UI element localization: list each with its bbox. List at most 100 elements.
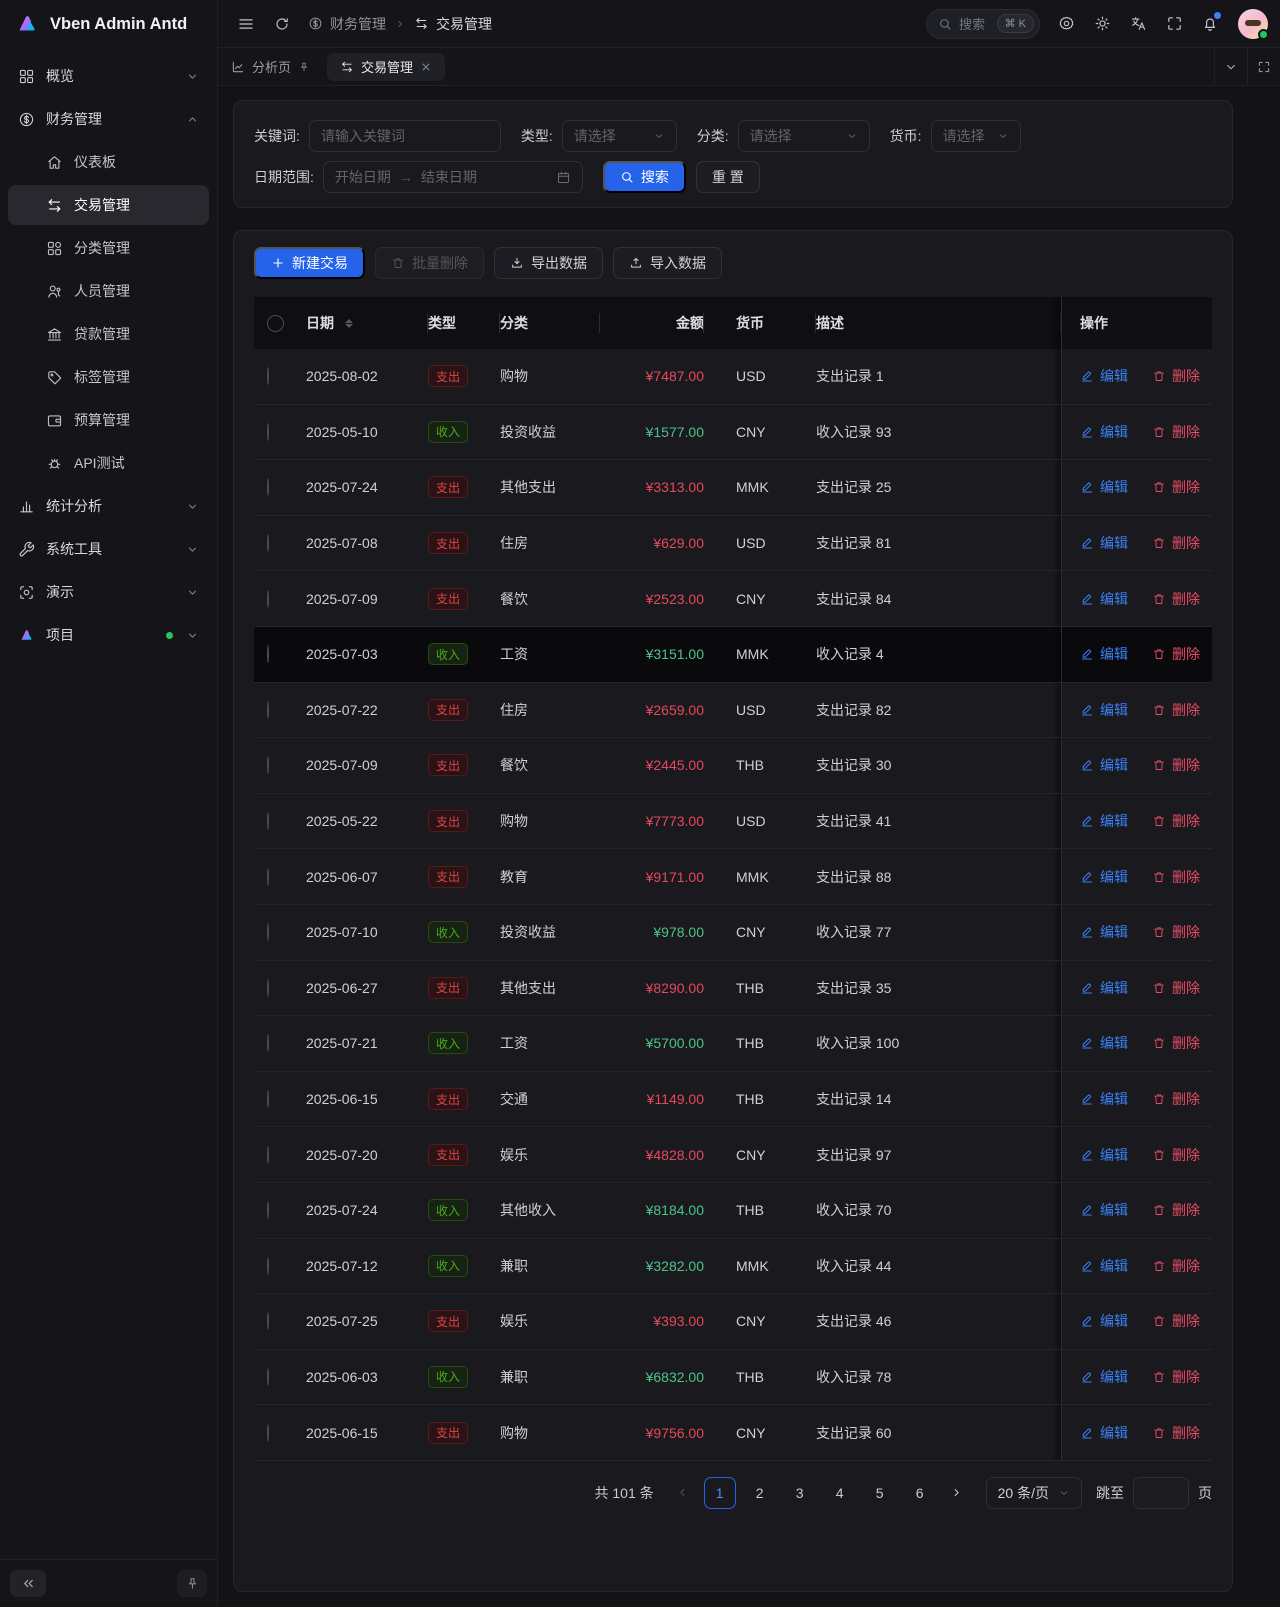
delete-button[interactable]: 删除 (1152, 1089, 1200, 1109)
next-page-button[interactable] (944, 1477, 970, 1509)
table-row[interactable]: 2025-07-10 收入 投资收益 ¥978.00 CNY 收入记录 77 (254, 905, 1212, 961)
table-row[interactable]: 2025-05-22 支出 购物 ¥7773.00 USD 支出记录 41 (254, 794, 1212, 850)
import-data-button[interactable]: 导入数据 (613, 247, 722, 279)
sidebar-item-finance[interactable]: 财务管理 (8, 99, 209, 139)
delete-button[interactable]: 删除 (1152, 477, 1200, 497)
logo-row[interactable]: Vben Admin Antd (0, 0, 217, 48)
page-number-button[interactable]: 4 (824, 1477, 856, 1509)
edit-button[interactable]: 编辑 (1080, 366, 1128, 386)
delete-button[interactable]: 删除 (1152, 1423, 1200, 1443)
edit-button[interactable]: 编辑 (1080, 1145, 1128, 1165)
prev-page-button[interactable] (670, 1477, 696, 1509)
page-size-select[interactable]: 20 条/页 (986, 1477, 1082, 1509)
edit-button[interactable]: 编辑 (1080, 867, 1128, 887)
delete-button[interactable]: 删除 (1152, 755, 1200, 775)
fullscreen-button[interactable] (1158, 8, 1190, 40)
row-checkbox[interactable] (267, 1424, 269, 1442)
table-row[interactable]: 2025-07-24 支出 其他支出 ¥3313.00 MMK 支出记录 25 (254, 460, 1212, 516)
row-checkbox[interactable] (267, 756, 269, 774)
sidebar-subitem[interactable]: 贷款管理 (8, 314, 209, 354)
table-row[interactable]: 2025-07-09 支出 餐饮 ¥2445.00 THB 支出记录 30 (254, 738, 1212, 794)
row-checkbox[interactable] (267, 1257, 269, 1275)
delete-button[interactable]: 删除 (1152, 589, 1200, 609)
table-row[interactable]: 2025-06-03 收入 兼职 ¥6832.00 THB 收入记录 78 (254, 1350, 1212, 1406)
delete-button[interactable]: 删除 (1152, 811, 1200, 831)
table-row[interactable]: 2025-05-10 收入 投资收益 ¥1577.00 CNY 收入记录 93 (254, 405, 1212, 461)
theme-toggle-button[interactable] (1086, 8, 1118, 40)
row-checkbox[interactable] (267, 701, 269, 719)
sidebar-toggle-button[interactable] (230, 8, 262, 40)
edit-button[interactable]: 编辑 (1080, 1367, 1128, 1387)
row-checkbox[interactable] (267, 478, 269, 496)
notifications-button[interactable] (1194, 8, 1226, 40)
row-checkbox[interactable] (267, 1368, 269, 1386)
table-row[interactable]: 2025-07-20 支出 娱乐 ¥4828.00 CNY 支出记录 97 (254, 1127, 1212, 1183)
batch-delete-button[interactable]: 批量删除 (375, 247, 484, 279)
page-number-button[interactable]: 2 (744, 1477, 776, 1509)
edit-button[interactable]: 编辑 (1080, 1311, 1128, 1331)
page-number-button[interactable]: 3 (784, 1477, 816, 1509)
type-select[interactable]: 请选择 (562, 120, 677, 152)
category-select[interactable]: 请选择 (738, 120, 870, 152)
table-row[interactable]: 2025-07-08 支出 住房 ¥629.00 USD 支出记录 81 (254, 516, 1212, 572)
edit-button[interactable]: 编辑 (1080, 644, 1128, 664)
edit-button[interactable]: 编辑 (1080, 1033, 1128, 1053)
delete-button[interactable]: 删除 (1152, 1145, 1200, 1165)
jump-page-input[interactable] (1133, 1477, 1189, 1509)
table-row[interactable]: 2025-06-27 支出 其他支出 ¥8290.00 THB 支出记录 35 (254, 961, 1212, 1017)
edit-button[interactable]: 编辑 (1080, 589, 1128, 609)
edit-button[interactable]: 编辑 (1080, 1256, 1128, 1276)
tab-analysis[interactable]: 分析页 (218, 48, 323, 85)
delete-button[interactable]: 删除 (1152, 533, 1200, 553)
table-row[interactable]: 2025-07-22 支出 住房 ¥2659.00 USD 支出记录 82 (254, 683, 1212, 739)
edit-button[interactable]: 编辑 (1080, 1423, 1128, 1443)
delete-button[interactable]: 删除 (1152, 1367, 1200, 1387)
edit-button[interactable]: 编辑 (1080, 755, 1128, 775)
delete-button[interactable]: 删除 (1152, 1256, 1200, 1276)
row-checkbox[interactable] (267, 1034, 269, 1052)
edit-button[interactable]: 编辑 (1080, 477, 1128, 497)
pin-icon[interactable] (298, 61, 310, 73)
row-checkbox[interactable] (267, 423, 269, 441)
edit-button[interactable]: 编辑 (1080, 422, 1128, 442)
close-icon[interactable] (420, 61, 432, 73)
delete-button[interactable]: 删除 (1152, 867, 1200, 887)
page-number-button[interactable]: 6 (904, 1477, 936, 1509)
sidebar-collapse-button[interactable] (10, 1570, 46, 1597)
table-row[interactable]: 2025-07-25 支出 娱乐 ¥393.00 CNY 支出记录 46 (254, 1294, 1212, 1350)
row-checkbox[interactable] (267, 367, 269, 385)
delete-button[interactable]: 删除 (1152, 978, 1200, 998)
edit-button[interactable]: 编辑 (1080, 811, 1128, 831)
tab-transaction[interactable]: 交易管理 (327, 53, 445, 81)
table-row[interactable]: 2025-06-07 支出 教育 ¥9171.00 MMK 支出记录 88 (254, 849, 1212, 905)
edit-button[interactable]: 编辑 (1080, 1089, 1128, 1109)
sidebar-item-demo[interactable]: 演示 (8, 572, 209, 612)
sidebar-pin-button[interactable] (177, 1570, 207, 1597)
row-checkbox[interactable] (267, 1201, 269, 1219)
row-checkbox[interactable] (267, 923, 269, 941)
row-checkbox[interactable] (267, 534, 269, 552)
sidebar-subitem[interactable]: API测试 (8, 443, 209, 483)
delete-button[interactable]: 删除 (1152, 922, 1200, 942)
sidebar-item-overview[interactable]: 概览 (8, 56, 209, 96)
table-row[interactable]: 2025-06-15 支出 购物 ¥9756.00 CNY 支出记录 60 (254, 1405, 1212, 1461)
table-row[interactable]: 2025-07-24 收入 其他收入 ¥8184.00 THB 收入记录 70 (254, 1183, 1212, 1239)
table-row[interactable]: 2025-07-21 收入 工资 ¥5700.00 THB 收入记录 100 (254, 1016, 1212, 1072)
sidebar-subitem[interactable]: 标签管理 (8, 357, 209, 397)
breadcrumb-parent[interactable]: 财务管理 (308, 14, 386, 34)
export-data-button[interactable]: 导出数据 (494, 247, 603, 279)
table-row[interactable]: 2025-07-03 收入 工资 ¥3151.00 MMK 收入记录 4 (254, 627, 1212, 683)
page-number-button[interactable]: 1 (704, 1477, 736, 1509)
delete-button[interactable]: 删除 (1152, 366, 1200, 386)
edit-button[interactable]: 编辑 (1080, 1200, 1128, 1220)
sidebar-subitem[interactable]: 预算管理 (8, 400, 209, 440)
sidebar-subitem[interactable]: 交易管理 (8, 185, 209, 225)
edit-button[interactable]: 编辑 (1080, 533, 1128, 553)
header-cell-date[interactable]: 日期 (306, 297, 428, 349)
search-button[interactable]: 搜索 (603, 161, 686, 193)
refresh-button[interactable] (266, 8, 298, 40)
language-button[interactable] (1122, 8, 1154, 40)
maximize-content-button[interactable] (1247, 48, 1280, 85)
delete-button[interactable]: 删除 (1152, 1311, 1200, 1331)
table-row[interactable]: 2025-08-02 支出 购物 ¥7487.00 USD 支出记录 1 (254, 349, 1212, 405)
